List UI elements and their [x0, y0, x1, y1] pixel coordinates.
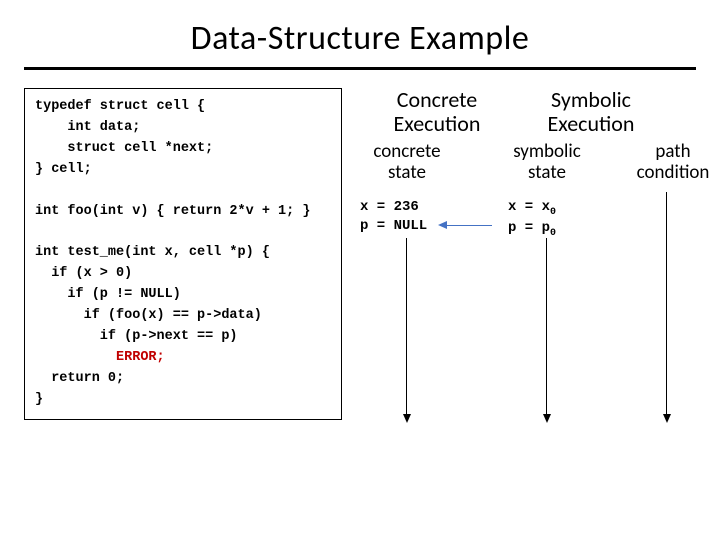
concrete-exec-l2: Execution [394, 110, 481, 137]
pointer-arrow [446, 225, 492, 226]
symbolic-arrow-head [543, 414, 551, 423]
symbolic-state-header: symbolic state [502, 142, 592, 184]
symbolic-p-sub: 0 [550, 228, 556, 239]
path-arrow-head [663, 414, 671, 423]
symbolic-x-pre: x = x [508, 199, 550, 215]
pointer-arrow-head [438, 221, 447, 229]
code-line-14: return 0; [35, 371, 124, 386]
code-line-6: int foo(int v) { return 2*v + 1; } [35, 204, 310, 219]
code-line-10: if (p != NULL) [35, 287, 181, 302]
code-line-12: if (p->next == p) [35, 329, 238, 344]
symbolic-exec-l2: Execution [548, 110, 635, 137]
code-line-9: if (x > 0) [35, 266, 132, 281]
concrete-arrow-head [403, 414, 411, 423]
symbolic-state-l1: symbolic [513, 140, 581, 163]
code-line-1: typedef struct cell { [35, 99, 205, 114]
symbolic-state-values: x = x0 p = p0 [508, 198, 556, 241]
code-line-3: struct cell *next; [35, 141, 213, 156]
concrete-state-header: concrete state [362, 142, 452, 184]
symbolic-x: x = x0 [508, 199, 556, 215]
code-error-token: ERROR; [116, 350, 165, 365]
path-cond-l1: path [655, 140, 690, 163]
symbolic-state-l2: state [528, 161, 566, 184]
code-line-11: if (foo(x) == p->data) [35, 308, 262, 323]
concrete-execution-header: Concrete Execution [382, 88, 492, 136]
concrete-exec-l1: Concrete [397, 86, 477, 113]
slide-title: Data-Structure Example [0, 18, 720, 59]
symbolic-p: p = p0 [508, 220, 556, 236]
code-line-15: } [35, 392, 43, 407]
symbolic-arrow [546, 238, 547, 416]
concrete-p: p = NULL [360, 218, 427, 234]
concrete-state-l2: state [388, 161, 426, 184]
code-line-13-indent [35, 350, 116, 365]
symbolic-x-sub: 0 [550, 207, 556, 218]
execution-panel: Concrete Execution Symbolic Execution co… [350, 88, 708, 508]
code-line-8: int test_me(int x, cell *p) { [35, 245, 270, 260]
concrete-arrow [406, 238, 407, 416]
code-line-2: int data; [35, 120, 140, 135]
code-line-4: } cell; [35, 162, 92, 177]
path-condition-header: path condition [628, 142, 718, 184]
concrete-state-l1: concrete [373, 140, 440, 163]
concrete-x: x = 236 [360, 199, 419, 215]
path-cond-l2: condition [637, 161, 710, 184]
code-block: typedef struct cell { int data; struct c… [24, 88, 342, 420]
concrete-state-values: x = 236 p = NULL [360, 198, 427, 236]
symbolic-execution-header: Symbolic Execution [536, 88, 646, 136]
symbolic-p-pre: p = p [508, 220, 550, 236]
path-arrow [666, 192, 667, 416]
symbolic-exec-l1: Symbolic [551, 86, 631, 113]
content-area: typedef struct cell { int data; struct c… [0, 70, 720, 508]
